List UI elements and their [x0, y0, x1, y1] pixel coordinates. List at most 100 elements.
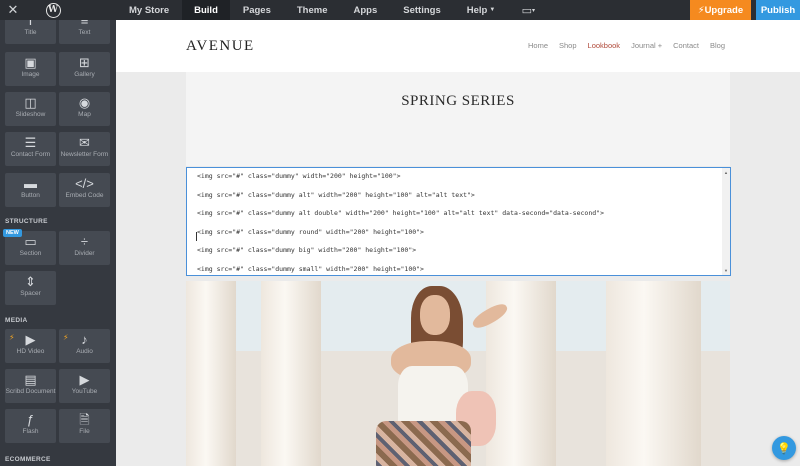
nav-settings[interactable]: Settings	[390, 0, 453, 20]
bolt-icon: ⚡	[9, 333, 15, 342]
element-spacer[interactable]: ⇕ Spacer	[5, 271, 56, 305]
editor-canvas: AVENUE Home Shop Lookbook Journal + Cont…	[116, 20, 800, 466]
element-label: Map	[78, 111, 91, 118]
element-divider[interactable]: ÷ Divider	[59, 231, 110, 265]
element-label: Title	[24, 29, 37, 36]
logo-letter: W	[45, 2, 61, 18]
flash-icon: ƒ	[26, 412, 35, 427]
element-image[interactable]: ▣ Image	[5, 52, 56, 86]
nav-my-store[interactable]: My Store	[116, 0, 182, 20]
element-label: Section	[19, 250, 42, 257]
newsletter-icon: ✉	[79, 135, 90, 150]
element-youtube[interactable]: ▶ YouTube	[59, 369, 110, 403]
title-icon: T	[26, 20, 35, 28]
top-bar: ✕ W My Store Build Pages Theme Apps Sett…	[0, 0, 800, 20]
element-map[interactable]: ◉ Map	[59, 92, 110, 126]
element-slideshow[interactable]: ◫ Slideshow	[5, 92, 56, 126]
element-label: Slideshow	[15, 111, 46, 118]
embed-code-editor[interactable]: <img src="#" class="dummy" width="200" h…	[186, 167, 731, 276]
image-pillar	[186, 281, 236, 466]
site-nav-contact[interactable]: Contact	[673, 41, 699, 50]
slideshow-icon: ◫	[24, 95, 37, 110]
document-icon: ▤	[24, 372, 37, 387]
hero-title[interactable]: SPRING SERIES	[186, 93, 730, 110]
code-line: <img src="#" class="dummy alt double" wi…	[197, 209, 604, 217]
title-section[interactable]: SPRING SERIES	[186, 72, 730, 166]
site-brand[interactable]: AVENUE	[186, 38, 255, 55]
element-flash[interactable]: ƒ Flash	[5, 409, 56, 443]
code-line: <img src="#" class="dummy small" width="…	[197, 264, 424, 273]
element-scribd-document[interactable]: ▤ Scribd Document	[5, 369, 56, 403]
code-line: <img src="#" class="dummy big" width="20…	[197, 246, 417, 254]
image-bag	[376, 421, 471, 466]
chevron-down-icon: ▼	[489, 7, 496, 13]
site-nav-lookbook[interactable]: Lookbook	[588, 41, 621, 50]
weebly-logo[interactable]: W	[26, 0, 80, 20]
element-label: Audio	[76, 348, 93, 355]
element-label: Image	[21, 71, 40, 78]
element-label: Embed Code	[65, 192, 104, 199]
image-icon: ▣	[24, 55, 37, 70]
code-lines: <img src="#" class="dummy" width="200" h…	[197, 171, 604, 282]
site-nav-journal[interactable]: Journal +	[631, 41, 662, 50]
nav-build[interactable]: Build	[182, 0, 230, 20]
element-label: YouTube	[71, 388, 98, 395]
nav-help-label: Help	[466, 4, 488, 16]
nav-pages[interactable]: Pages	[230, 0, 284, 20]
text-cursor	[196, 232, 197, 241]
element-label: Flash	[22, 428, 39, 435]
nav-theme[interactable]: Theme	[284, 0, 341, 20]
bolt-icon: ⚡	[63, 333, 69, 342]
element-contact-form[interactable]: ☰ Contact Form	[5, 132, 56, 166]
code-scrollbar[interactable]: ▲ ▼	[722, 168, 730, 275]
site-nav-blog[interactable]: Blog	[710, 41, 725, 50]
element-label: Gallery	[74, 71, 95, 78]
element-hd-video[interactable]: ⚡ ▶ HD Video	[5, 329, 56, 363]
divider-icon: ÷	[80, 234, 89, 249]
element-label: Button	[21, 192, 40, 199]
new-badge: NEW	[3, 229, 22, 237]
image-pillar	[261, 281, 321, 466]
elements-sidebar: T Title ≡ Text ▣ Image ⊞ Gallery ◫ Slide…	[0, 20, 116, 466]
upgrade-label: Upgrade	[704, 4, 744, 16]
spacer-icon: ⇕	[25, 274, 36, 289]
lightbulb-icon[interactable]: 💡	[772, 436, 796, 460]
site-nav-home[interactable]: Home	[528, 41, 548, 50]
contact-form-icon: ☰	[24, 135, 37, 150]
element-gallery[interactable]: ⊞ Gallery	[59, 52, 110, 86]
ecommerce-heading: ECOMMERCE	[5, 456, 51, 463]
site-nav: Home Shop Lookbook Journal + Contact Blo…	[528, 41, 725, 50]
element-label: Contact Form	[10, 151, 51, 158]
nav-help[interactable]: Help ▼	[454, 0, 509, 20]
hero-image[interactable]	[186, 281, 730, 466]
element-embed-code[interactable]: </> Embed Code	[59, 173, 110, 207]
element-button[interactable]: ▬ Button	[5, 173, 56, 207]
element-audio[interactable]: ⚡ ♪ Audio	[59, 329, 110, 363]
element-file[interactable]: 🗎 File	[59, 409, 110, 443]
scroll-up-icon[interactable]: ▲	[724, 170, 728, 175]
gallery-icon: ⊞	[79, 55, 90, 70]
structure-heading: STRUCTURE	[5, 218, 48, 225]
element-label: Text	[78, 29, 91, 36]
bolt-icon: ⚡	[697, 4, 705, 16]
element-label: Spacer	[20, 290, 41, 297]
scroll-down-icon[interactable]: ▼	[724, 268, 728, 273]
code-line: <img src="#" class="dummy alt" width="20…	[197, 190, 475, 199]
youtube-icon: ▶	[79, 372, 90, 387]
site-nav-shop[interactable]: Shop	[559, 41, 577, 50]
element-text[interactable]: ≡ Text	[59, 20, 110, 44]
device-preview-icon[interactable]: ▭ ▾	[508, 0, 548, 20]
media-heading: MEDIA	[5, 317, 28, 324]
nav-apps[interactable]: Apps	[341, 0, 391, 20]
file-icon: 🗎	[79, 412, 90, 427]
element-title[interactable]: T Title	[5, 20, 56, 44]
main-nav: My Store Build Pages Theme Apps Settings…	[116, 0, 548, 20]
element-newsletter-form[interactable]: ✉ Newsletter Form	[59, 132, 110, 166]
element-label: File	[79, 428, 90, 435]
code-line: <img src="#" class="dummy round" width="…	[197, 227, 424, 236]
upgrade-button[interactable]: ⚡ Upgrade	[690, 0, 751, 20]
image-pillar	[606, 281, 701, 466]
image-face	[420, 295, 450, 335]
close-icon[interactable]: ✕	[0, 0, 26, 20]
publish-button[interactable]: Publish	[756, 0, 800, 20]
